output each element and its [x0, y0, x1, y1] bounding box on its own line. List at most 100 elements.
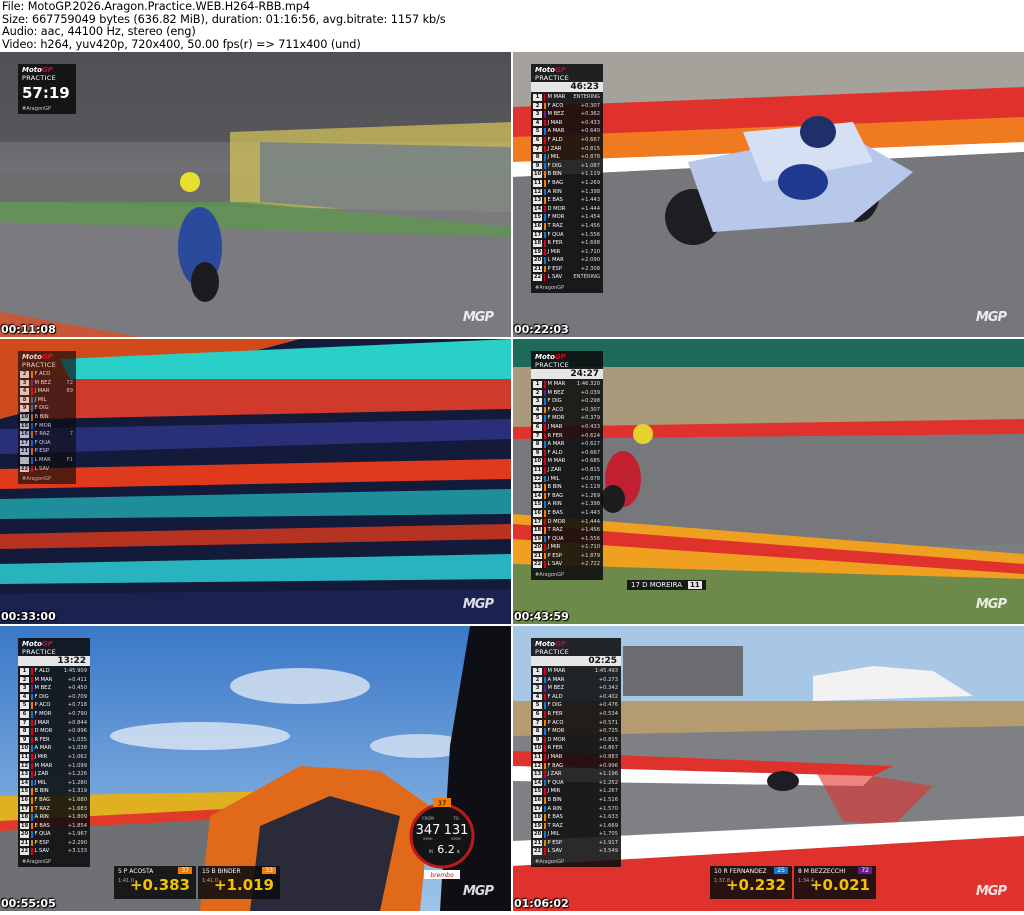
standings-row: 22 L SAV +3.549 [531, 847, 621, 856]
rider-name: F QUA [547, 231, 564, 238]
team-color-bar [544, 544, 546, 551]
position: 2 [533, 389, 542, 397]
standings-row: 9 F DIG [18, 404, 76, 413]
hashtag: #AragonGP [535, 859, 565, 866]
team-color-bar [544, 475, 546, 483]
timestamp: 00:22:03 [514, 323, 569, 336]
standings-list: 1M MAR 1:46.320 2 M BEZ +0.039 3 F DIG +0.298 4 F… [531, 379, 603, 570]
file-info-header: File: MotoGP.2026.Aragon.Practice.WEB.H2… [0, 0, 1024, 52]
position: 6 [20, 710, 29, 718]
rider-name: R FER [34, 736, 50, 743]
standings-row: 2 M MAR +0.411 [18, 676, 90, 685]
timestamp: 01:06:02 [514, 897, 569, 910]
rider-name: T RAZ [34, 431, 50, 438]
rider-name: P ACO [547, 719, 564, 726]
team-color-bar [31, 745, 33, 752]
gap-time: 7 [69, 431, 73, 438]
gap-time: +0.815 [598, 736, 618, 743]
position: 5 [533, 128, 542, 135]
team-color-bar [31, 465, 33, 473]
team-color-bar [544, 111, 546, 118]
gap-time: +0.433 [580, 119, 600, 126]
standings-row: 6 F MOR +0.790 [18, 710, 90, 719]
position: 18 [20, 814, 29, 821]
thumb-1-scene [0, 52, 511, 337]
team-color-bar [544, 145, 546, 153]
position: 10 [533, 171, 542, 178]
thumbnail-6: MotoGP PRACTICE 02:25 1M MAR 1:45.493 2 A M… [513, 626, 1024, 911]
position: 20 [20, 831, 29, 838]
team-color-bar [544, 231, 546, 239]
gap-time: +1.456 [580, 527, 600, 534]
hashtag: #AragonGP [22, 476, 52, 483]
position: 15 [533, 214, 542, 221]
standings-row: 14 J MIL +1.280 [18, 779, 90, 788]
rider-name: J MIR [547, 544, 561, 551]
gap-time: +0.342 [598, 685, 618, 692]
gap-time: +0.815 [580, 145, 600, 152]
standings-row: 15 F MOR [18, 422, 76, 431]
gap-time: +0.534 [598, 710, 618, 717]
rider-name: L SAV [34, 848, 50, 855]
gap-time: +1.698 [580, 240, 600, 247]
rider-name: J MAR [547, 119, 563, 126]
rider-name: M BEZ [547, 111, 565, 118]
gap-time: +2.308 [580, 265, 600, 272]
rider-name: J ZAR [547, 466, 562, 473]
gap-time: +0.815 [580, 466, 600, 473]
braking-speedometer: 37 FROM TO 347 131 KM/H KM/H IN 6.2 s br… [409, 798, 475, 879]
gap-time: +1.633 [598, 814, 618, 821]
rider-name: F MOR [34, 422, 52, 429]
rider-name: A MAR [547, 441, 565, 448]
standings-row: 2 A MAR +0.273 [531, 676, 621, 685]
session-clock: 02:25 [531, 656, 621, 666]
speed-unit-to: KM/H [451, 837, 460, 841]
position: 17 [533, 231, 542, 239]
team-color-bar [544, 222, 546, 230]
position: 13 [533, 197, 542, 204]
to-label: TO [452, 816, 459, 821]
position: 12 [533, 475, 542, 483]
rider-name: J MAR [34, 719, 50, 726]
position: 11 [533, 466, 542, 474]
position: 9 [533, 162, 542, 170]
standings-row: 22 L SAV +2.722 [531, 560, 603, 569]
gap-time: +1.669 [598, 822, 618, 829]
thumb-3-scene [0, 339, 511, 624]
team-color-bar [31, 685, 33, 692]
rider-name: B BIN [547, 484, 562, 491]
standings-row: 9 D MOR +0.815 [531, 736, 621, 745]
standings-row: 20 F QUA +1.967 [18, 830, 90, 839]
hashtag: #AragonGP [22, 106, 52, 112]
rider-name: B BIN [34, 413, 49, 420]
team-color-bar [543, 94, 546, 101]
gap-time: +0.685 [580, 458, 600, 465]
position: 9 [533, 449, 542, 457]
standings-row: 16 F BAG +1.680 [18, 796, 90, 805]
rider-name: A MAR [547, 128, 565, 135]
position: 16 [533, 222, 542, 230]
team-color-bar [544, 406, 546, 414]
position: 17 [20, 805, 29, 813]
rider-name: F QUA [547, 779, 564, 786]
team-color-bar [544, 466, 546, 474]
team-color-bar [544, 805, 546, 813]
gap-time [61, 447, 77, 456]
team-color-bar [31, 431, 33, 438]
gap-time: +1.269 [580, 492, 600, 499]
to-speed: 131 [444, 823, 469, 838]
rider-name: R FER [547, 432, 563, 439]
position: 21 [20, 839, 29, 847]
position: 2 [20, 676, 29, 684]
team-color-bar [544, 214, 546, 221]
standings-row: 3 M BEZ 72 [18, 379, 76, 388]
position: 20 [533, 544, 542, 551]
gap-time: +1.252 [598, 779, 618, 786]
gap-time [61, 465, 77, 474]
standings-row: 6 J MAR +0.433 [531, 423, 603, 432]
standings-row: 22 L SAV ENTERING [531, 273, 603, 282]
rider-name: D MOR [547, 205, 566, 212]
standings-row: 22 L SAV [18, 465, 76, 474]
standings-row: 13 J ZAR +1.226 [18, 770, 90, 779]
team-color-bar [31, 413, 33, 421]
